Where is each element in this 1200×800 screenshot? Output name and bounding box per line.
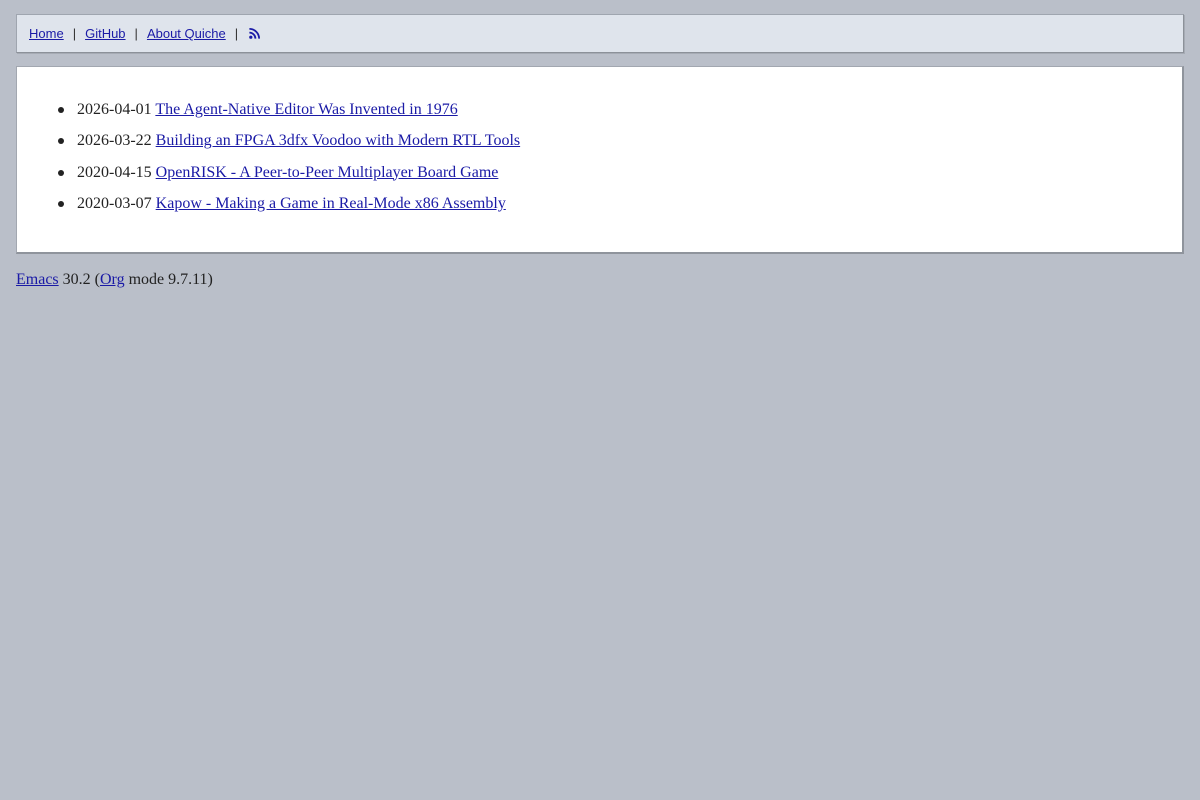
post-link[interactable]: OpenRISK - A Peer-to-Peer Multiplayer Bo… (156, 164, 499, 181)
post-date: 2020-04-15 (77, 163, 152, 181)
nav-separator: | (234, 26, 239, 41)
post-list: 2026-04-01 The Agent-Native Editor Was I… (57, 100, 520, 225)
list-item: 2026-03-22 Building an FPGA 3dfx Voodoo … (57, 131, 520, 150)
nav-separator: | (134, 26, 138, 41)
post-link[interactable]: The Agent-Native Editor Was Invented in … (155, 101, 457, 118)
post-link[interactable]: Building an FPGA 3dfx Voodoo with Modern… (156, 132, 520, 149)
list-item: 2020-04-15 OpenRISK - A Peer-to-Peer Mul… (57, 163, 520, 182)
footer: Emacs 30.2 (Org mode 9.7.11) (16, 270, 213, 289)
nav-home-link[interactable]: Home (29, 26, 64, 41)
nav-github-link[interactable]: GitHub (85, 26, 125, 41)
rss-feed-icon[interactable] (249, 28, 261, 39)
post-date: 2026-03-22 (77, 132, 152, 150)
org-link[interactable]: Org (100, 271, 125, 288)
nav-about-link[interactable]: About Quiche (147, 26, 226, 41)
rss-feed-icon-glyph (249, 28, 261, 39)
post-list-panel: 2026-04-01 The Agent-Native Editor Was I… (16, 66, 1184, 254)
emacs-link[interactable]: Emacs (16, 271, 59, 288)
post-date: 2020-03-07 (77, 194, 152, 212)
post-date: 2026-04-01 (77, 101, 152, 118)
org-mode-version-text: mode 9.7.11) (124, 271, 213, 288)
top-navigation: Home | GitHub | About Quiche | (16, 14, 1184, 53)
post-link[interactable]: Kapow - Making a Game in Real-Mode x86 A… (156, 195, 506, 212)
list-item: 2026-04-01 The Agent-Native Editor Was I… (57, 100, 520, 119)
nav-separator: | (72, 26, 77, 41)
emacs-version-text: 30.2 ( (58, 271, 100, 288)
list-item: 2020-03-07 Kapow - Making a Game in Real… (57, 194, 520, 213)
